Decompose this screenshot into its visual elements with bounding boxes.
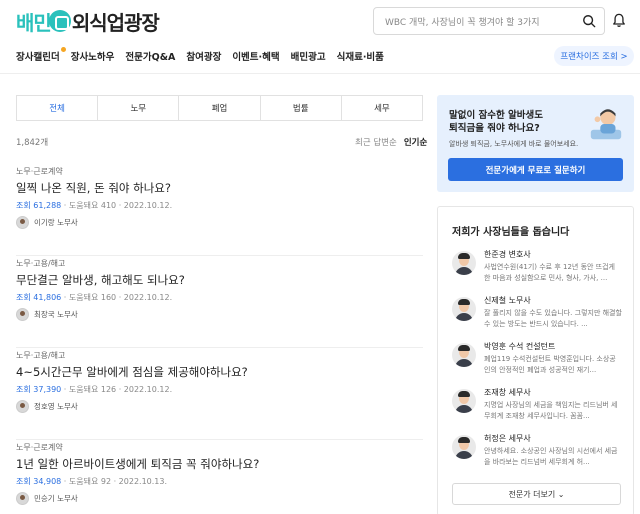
expert-item[interactable]: 조재창 세무사 지명업 사장님의 세금을 책임지는 리드님버 세무회계 조재창 …: [452, 387, 627, 431]
post-category: 노무·근로계약: [16, 167, 63, 176]
search-icon[interactable]: [582, 14, 596, 28]
expert-desc: 폐업119 수석컨설턴트 박영훈입니다. 소상공인의 안정적인 폐업과 성공적인…: [484, 355, 616, 374]
list-item[interactable]: 노무·고용/해고 무단결근 알바생, 해고해도 되나요? 조회 41,806 ·…: [16, 258, 423, 348]
header-divider: [0, 73, 640, 74]
avatar: [452, 251, 476, 275]
experts-panel: 저희가 사장님들을 돕습니다 한준경 변호사 사법연수원(41기) 수료 후 1…: [437, 206, 634, 514]
thinking-person-icon: [590, 109, 622, 140]
expert-item[interactable]: 한준경 변호사 사법연수원(41기) 수료 후 12년 동안 뜨겁게 한 마음과…: [452, 249, 627, 293]
new-dot-icon: [60, 47, 66, 52]
divider: [16, 255, 423, 256]
nav-item-expert-qa[interactable]: 전문가Q&A: [125, 49, 175, 63]
divider: [16, 347, 423, 348]
tab-closure[interactable]: 폐업: [179, 96, 261, 120]
expert-item[interactable]: 허정은 세무사 안녕하세요. 소상공인 사장님의 시선에서 세금을 바라보는 리…: [452, 433, 627, 477]
avatar: [452, 297, 476, 321]
expert-item[interactable]: 박영훈 수석 컨설턴트 폐업119 수석컨설턴트 박영훈입니다. 소상공인의 안…: [452, 341, 627, 385]
banner-title-line2: 퇴직금을 줘야 하나요?: [449, 123, 540, 134]
expert-item[interactable]: 신제철 노무사 잘 풀리지 않을 수도 있습니다. 그렇지만 해결할 수 있는 …: [452, 295, 627, 339]
avatar: [16, 492, 29, 505]
logo-brand: 배민: [16, 10, 52, 35]
post-author: 이기랑 노무사: [16, 216, 78, 229]
avatar: [452, 343, 476, 367]
logo[interactable]: 배민 외식업광장: [16, 8, 160, 35]
tab-labor[interactable]: 노무: [98, 96, 180, 120]
avatar: [16, 308, 29, 321]
expert-name: 신제철 노무사: [484, 296, 531, 305]
expert-desc: 안녕하세요. 소상공인 사장님의 시선에서 세금을 바라보는 리드넘버 세무회계…: [484, 447, 618, 466]
nav-item-ads[interactable]: 배민광고: [291, 49, 326, 63]
post-meta: 조회 41,806 · 도움돼요 160 · 2022.10.12.: [16, 293, 173, 302]
post-category: 노무·근로계약: [16, 443, 63, 452]
expert-name: 조재창 세무사: [484, 388, 531, 397]
divider: [16, 439, 423, 440]
expert-desc: 지명업 사장님의 세금을 책임지는 리드님버 세무회계 조재창 세무사입니다. …: [484, 401, 618, 420]
sort-recent[interactable]: 최근 답변순: [355, 136, 397, 148]
avatar: [16, 400, 29, 413]
post-meta: 조회 37,390 · 도움돼요 126 · 2022.10.12.: [16, 385, 173, 394]
post-title[interactable]: 1년 일한 아르바이트생에게 퇴직금 꼭 줘야하나요?: [16, 456, 259, 472]
tab-tax[interactable]: 세무: [342, 96, 422, 120]
tab-all[interactable]: 전체: [17, 96, 99, 120]
post-title[interactable]: 무단결근 알바생, 해고해도 되나요?: [16, 272, 185, 288]
sort-popular[interactable]: 인기순: [404, 136, 427, 148]
banner-subtitle: 알바생 퇴직금, 노무사에게 바로 물어보세요.: [449, 140, 579, 148]
avatar: [452, 435, 476, 459]
nav-item-calendar[interactable]: 장사캘린더: [16, 47, 66, 63]
tab-law[interactable]: 법률: [261, 96, 342, 120]
post-title[interactable]: 4~5시간근무 알바에게 점심을 제공해야하나요?: [16, 364, 248, 380]
post-author: 민승기 노무사: [16, 492, 78, 505]
post-meta: 조회 34,908 · 도움돼요 92 · 2022.10.13.: [16, 477, 168, 486]
question-banner: 말없이 잠수한 알바생도 퇴직금을 줘야 하나요? 알바생 퇴직금, 노무사에게…: [437, 95, 634, 192]
ask-expert-button[interactable]: 전문가에게 무료로 질문하기: [448, 158, 623, 181]
main-nav: 장사캘린더 장사노하우 전문가Q&A 참여광장 이벤트·혜택 배민광고 식재료·…: [16, 46, 395, 66]
post-author: 최장국 노무사: [16, 308, 78, 321]
avatar: [452, 389, 476, 413]
nav-item-supplies[interactable]: 식재료·비품: [337, 49, 384, 63]
nav-item-knowhow[interactable]: 장사노하우: [71, 49, 115, 63]
category-tabs: 전체 노무 폐업 법률 세무: [16, 95, 423, 121]
post-category: 노무·고용/해고: [16, 351, 66, 360]
experts-title: 저희가 사장님들을 돕습니다: [452, 227, 570, 238]
post-meta: 조회 61,288 · 도움돼요 410 · 2022.10.12.: [16, 201, 173, 210]
logo-text: 외식업광장: [71, 10, 160, 35]
result-count: 1,842개: [16, 138, 49, 148]
header: 배민 외식업광장 WBC 개막, 사장님이 꼭 챙겨야 할 3가지: [0, 0, 640, 44]
sort-options: 최근 답변순 인기순: [355, 136, 427, 148]
expert-name: 한준경 변호사: [484, 250, 531, 259]
post-author: 정호영 노무사: [16, 400, 78, 413]
nav-item-participation[interactable]: 참여광장: [186, 49, 221, 63]
franchise-button[interactable]: 프랜차이즈 조회 >: [554, 46, 634, 66]
nav-item-events[interactable]: 이벤트·혜택: [232, 49, 279, 63]
expert-name: 박영훈 수석 컨설턴트: [484, 342, 556, 351]
post-category: 노무·고용/해고: [16, 259, 66, 268]
list-item[interactable]: 노무·고용/해고 4~5시간근무 알바에게 점심을 제공해야하나요? 조회 37…: [16, 350, 423, 440]
expert-desc: 잘 풀리지 않을 수도 있습니다. 그렇지만 해결할 수 있는 방도는 반드시 …: [484, 309, 622, 328]
expert-name: 허정은 세무사: [484, 434, 531, 443]
list-item[interactable]: 노무·근로계약 1년 일한 아르바이트생에게 퇴직금 꼭 줘야하나요? 조회 3…: [16, 442, 423, 514]
search-input[interactable]: WBC 개막, 사장님이 꼭 챙겨야 할 3가지: [385, 15, 582, 28]
post-title[interactable]: 일찍 나온 직원, 돈 줘야 하나요?: [16, 180, 171, 196]
logo-mark-icon: [48, 10, 71, 32]
search-bar[interactable]: WBC 개막, 사장님이 꼭 챙겨야 할 3가지: [373, 7, 605, 35]
bell-icon[interactable]: [612, 13, 626, 28]
expert-desc: 사법연수원(41기) 수료 후 12년 동안 뜨겁게 한 마음과 성실함으로 민…: [484, 263, 616, 282]
list-item[interactable]: 노무·근로계약 일찍 나온 직원, 돈 줘야 하나요? 조회 61,288 · …: [16, 166, 423, 256]
more-experts-button[interactable]: 전문가 더보기 ⌄: [452, 483, 621, 505]
banner-title-line1: 말없이 잠수한 알바생도: [449, 110, 544, 121]
avatar: [16, 216, 29, 229]
